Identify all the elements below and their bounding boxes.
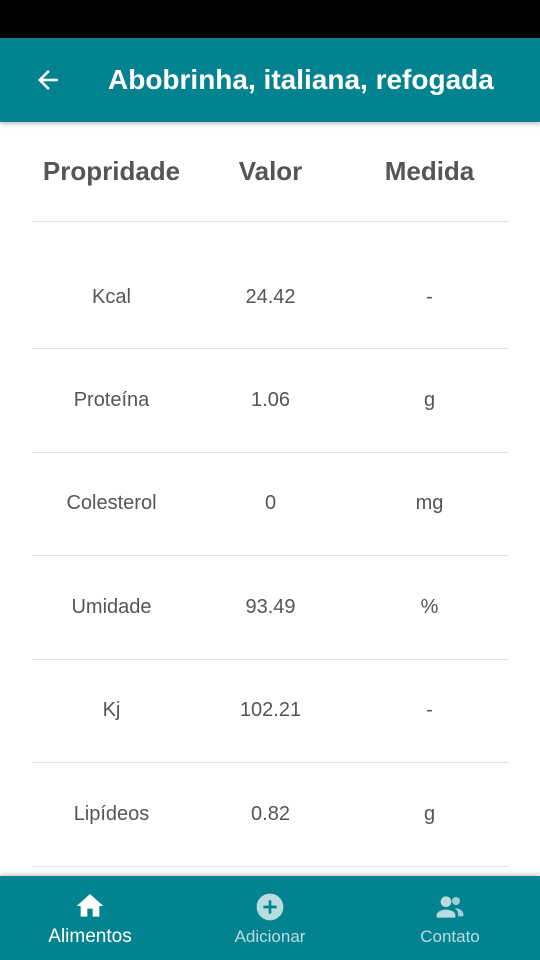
bottom-navigation: Alimentos Adicionar Contato bbox=[0, 876, 540, 960]
table-header: Propridade Valor Medida bbox=[32, 122, 509, 222]
app-bar: Abobrinha, italiana, refogada bbox=[0, 38, 540, 122]
row-property: Colesterol bbox=[66, 492, 157, 515]
nav-item-alimentos[interactable]: Alimentos bbox=[0, 876, 180, 960]
row-value: 93.49 bbox=[245, 595, 296, 618]
add-circle-icon bbox=[256, 893, 284, 921]
nav-label: Adicionar bbox=[234, 927, 306, 946]
table-row: Lipídeos 0.82 g bbox=[32, 763, 509, 867]
row-value: 0 bbox=[264, 492, 277, 515]
table-row: Colesterol 0 mg bbox=[32, 453, 509, 556]
table-row: Kcal 24.42 - bbox=[32, 222, 509, 349]
nutrition-table-view[interactable]: Propridade Valor Medida Kcal 24.42 - Pro… bbox=[0, 122, 540, 876]
row-value: 24.42 bbox=[245, 285, 296, 308]
row-property: Kcal bbox=[92, 285, 131, 308]
contact-icon bbox=[436, 896, 464, 918]
row-unit: - bbox=[426, 285, 433, 308]
row-unit: - bbox=[426, 699, 433, 722]
row-unit: mg bbox=[415, 492, 444, 515]
nutrition-table: Propridade Valor Medida Kcal 24.42 - Pro… bbox=[32, 122, 509, 867]
table-row: Kj 102.21 - bbox=[32, 660, 509, 763]
back-button[interactable] bbox=[0, 38, 96, 122]
nav-label: Alimentos bbox=[48, 926, 132, 947]
row-value: 0.82 bbox=[251, 802, 290, 825]
header-unit: Medida bbox=[384, 156, 475, 186]
row-value: 1.06 bbox=[251, 388, 290, 411]
row-property: Umidade bbox=[71, 595, 152, 618]
nav-item-contato[interactable]: Contato bbox=[360, 876, 540, 960]
row-unit: g bbox=[423, 388, 436, 411]
row-unit: % bbox=[420, 595, 439, 618]
nav-item-adicionar[interactable]: Adicionar bbox=[180, 876, 360, 960]
nav-label: Contato bbox=[420, 927, 480, 946]
arrow-left-icon bbox=[38, 70, 58, 90]
row-property: Lipídeos bbox=[73, 802, 150, 825]
row-unit: g bbox=[423, 802, 436, 825]
row-value: 102.21 bbox=[239, 699, 302, 722]
table-row: Proteína 1.06 g bbox=[32, 349, 509, 453]
row-property: Kj bbox=[102, 699, 121, 722]
header-property: Propridade bbox=[42, 156, 181, 186]
home-icon bbox=[76, 894, 104, 917]
page-title: Abobrinha, italiana, refogada bbox=[108, 64, 494, 95]
row-property: Proteína bbox=[73, 388, 150, 411]
status-bar bbox=[0, 0, 540, 38]
table-row: Umidade 93.49 % bbox=[32, 556, 509, 660]
header-value: Valor bbox=[238, 156, 303, 186]
